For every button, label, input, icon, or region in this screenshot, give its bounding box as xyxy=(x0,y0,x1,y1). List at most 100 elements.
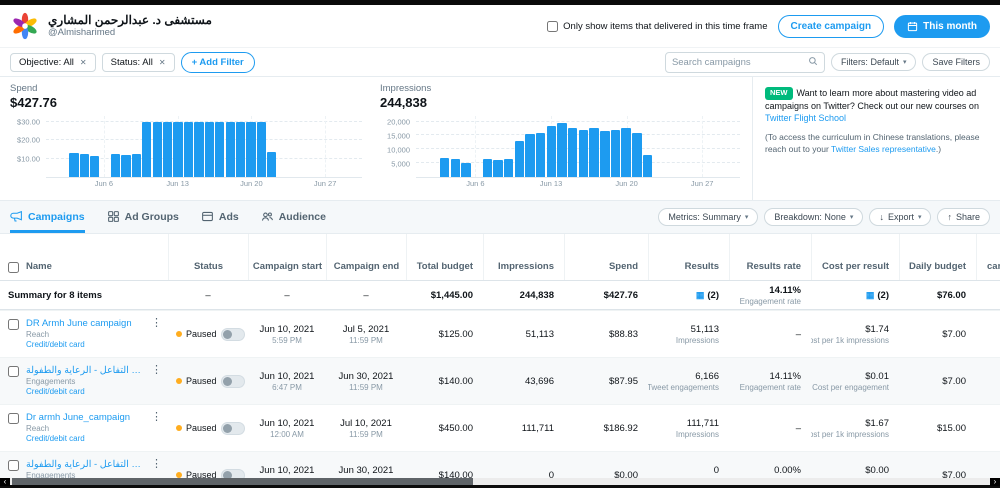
cell-sublabel: 11:59 PM xyxy=(349,429,383,439)
delivered-filter[interactable]: Only show items that delivered in this t… xyxy=(547,20,768,32)
chart-bar xyxy=(535,132,546,177)
cell-value: Jun 30, 2021 xyxy=(338,464,394,476)
chart-bar xyxy=(204,121,214,177)
delivered-checkbox[interactable] xyxy=(547,20,559,32)
column-header-results[interactable]: Results xyxy=(648,234,729,280)
cell-results: ▦ (2) xyxy=(648,281,729,309)
scrollbar-thumb[interactable] xyxy=(12,478,473,485)
metrics-button[interactable]: Metrics: Summary ▾ xyxy=(658,208,759,226)
table-header-row: Name Status Campaign start Campaign end Tota… xyxy=(0,234,1000,280)
horizontal-scrollbar[interactable]: ‹ › xyxy=(0,478,1000,488)
cell-spend: $87.95 xyxy=(564,358,648,404)
column-header-budget[interactable]: Total budget xyxy=(406,234,483,280)
time-range-button[interactable]: This month xyxy=(894,14,990,38)
tab-ad-groups[interactable]: Ad Groups xyxy=(107,201,179,233)
column-header-start[interactable]: Campaign start xyxy=(248,234,326,280)
cell-count: (2) xyxy=(707,289,719,301)
cell-value: $1.67 xyxy=(865,417,889,429)
cell-sublabel: Cost per 1k impressions xyxy=(811,429,889,439)
cell-status: Paused xyxy=(168,311,248,357)
select-all-checkbox[interactable] xyxy=(8,262,19,273)
cell-value: $1,445.00 xyxy=(430,289,473,301)
cell-spend: $88.83 xyxy=(564,311,648,357)
row-checkbox[interactable] xyxy=(8,460,19,471)
row-checkbox[interactable] xyxy=(8,413,19,424)
campaign-name-link[interactable]: DR Armh June campaign xyxy=(26,318,142,329)
row-menu-icon[interactable]: ⋮ xyxy=(149,365,168,376)
column-header-spend[interactable]: Spend xyxy=(564,234,648,280)
column-header-name[interactable]: Name xyxy=(0,234,168,280)
sales-rep-link[interactable]: Twitter Sales representative xyxy=(831,144,936,154)
tab-campaigns[interactable]: Campaigns xyxy=(10,201,85,233)
tab-audience[interactable]: Audience xyxy=(261,201,326,233)
column-header-impressions[interactable]: Impressions xyxy=(483,234,564,280)
chart-bar xyxy=(111,153,121,177)
cell-impressions: 43,696 xyxy=(483,358,564,404)
chart-bar xyxy=(621,128,631,177)
export-button[interactable]: ↓ Export ▾ xyxy=(869,208,932,226)
x-tick-label: Jun 13 xyxy=(539,179,563,188)
search-box[interactable] xyxy=(664,51,825,73)
cell-budget: $140.00 xyxy=(406,358,483,404)
cell-sublabel: Impressions xyxy=(675,335,719,345)
campaign-name-link[interactable]: حملة التفاعل - الرعاية والطفولة xyxy=(26,459,142,470)
tabs: Campaigns Ad Groups Ads Audience xyxy=(10,201,326,233)
column-header-status[interactable]: Status xyxy=(168,234,248,280)
chart-bar xyxy=(142,121,152,177)
cell-sublabel: 12:00 AM xyxy=(270,429,304,439)
name-block: حملة التفاعل - الرعاية والطفولة Engagemen… xyxy=(26,365,142,396)
share-button[interactable]: ↑ Share xyxy=(937,208,990,226)
column-header-extra[interactable]: can xyxy=(976,234,1000,280)
campaigns-icon xyxy=(10,210,23,223)
status-toggle[interactable] xyxy=(220,374,245,388)
account-block: مستشفى د. عبدالرحمن المشاري @Almisharime… xyxy=(48,13,212,39)
search-icon xyxy=(808,53,818,71)
scrollbar-track[interactable] xyxy=(10,478,990,485)
save-filters-button[interactable]: Save Filters xyxy=(922,53,990,71)
funding-source-link[interactable]: Credit/debit card xyxy=(26,387,142,396)
funding-source-link[interactable]: Credit/debit card xyxy=(26,340,142,349)
create-campaign-button[interactable]: Create campaign xyxy=(777,14,885,38)
column-header-cost[interactable]: Cost per result xyxy=(811,234,899,280)
cell-sublabel: Cost per engagement xyxy=(812,382,889,392)
cell-value: $88.83 xyxy=(608,328,638,340)
y-tick-label: $10.00 xyxy=(17,154,40,164)
campaign-name-link[interactable]: حملة التفاعل - الرعاية والطفولة xyxy=(26,365,142,376)
plot-area: Jun 6 Jun 13 Jun 20 Jun 27 xyxy=(46,116,362,188)
chart-bar xyxy=(163,121,173,177)
column-header-daily[interactable]: Daily budget xyxy=(899,234,976,280)
scroll-right-icon[interactable]: › xyxy=(990,478,1000,486)
tab-ads[interactable]: Ads xyxy=(201,201,239,233)
paused-dot xyxy=(176,378,182,384)
filters-default-button[interactable]: Filters: Default ▾ xyxy=(830,53,917,71)
search-input[interactable] xyxy=(671,56,808,68)
row-menu-icon[interactable]: ⋮ xyxy=(149,412,168,423)
y-axis: 5,000 10,000 15,000 20,000 xyxy=(380,116,416,178)
chart-bar xyxy=(568,128,578,177)
cell-end: Jul 5, 2021 11:59 PM xyxy=(326,311,406,357)
filter-chip-objective[interactable]: Objective: All ✕ xyxy=(10,52,96,72)
flight-school-link[interactable]: Twitter Flight School xyxy=(765,113,846,123)
filter-bar-right: Filters: Default ▾ Save Filters xyxy=(664,51,990,73)
add-filter-button[interactable]: + Add Filter xyxy=(180,51,255,73)
funding-source-link[interactable]: Credit/debit card xyxy=(26,434,142,443)
row-checkbox[interactable] xyxy=(8,366,19,377)
campaign-name-link[interactable]: Dr armh June_campaign xyxy=(26,412,142,423)
column-header-end[interactable]: Campaign end xyxy=(326,234,406,280)
remove-filter-icon[interactable]: ✕ xyxy=(80,58,87,67)
cell-value: Jul 10, 2021 xyxy=(340,417,392,429)
y-tick-label: $30.00 xyxy=(17,117,40,127)
status-label: Paused xyxy=(186,376,217,386)
scroll-left-icon[interactable]: ‹ xyxy=(0,478,10,486)
remove-filter-icon[interactable]: ✕ xyxy=(159,58,166,67)
column-header-rate[interactable]: Results rate xyxy=(729,234,811,280)
row-checkbox[interactable] xyxy=(8,319,19,330)
breakdown-button[interactable]: Breakdown: None ▾ xyxy=(764,208,864,226)
status-toggle[interactable] xyxy=(220,421,245,435)
status-toggle[interactable] xyxy=(220,327,245,341)
cell-name: Dr armh June_campaign Reach Credit/debit c… xyxy=(0,405,168,451)
filter-chip-status[interactable]: Status: All ✕ xyxy=(101,52,175,72)
cell-sublabel: 11:59 PM xyxy=(349,382,383,392)
row-menu-icon[interactable]: ⋮ xyxy=(149,318,168,329)
row-menu-icon[interactable]: ⋮ xyxy=(149,459,168,470)
